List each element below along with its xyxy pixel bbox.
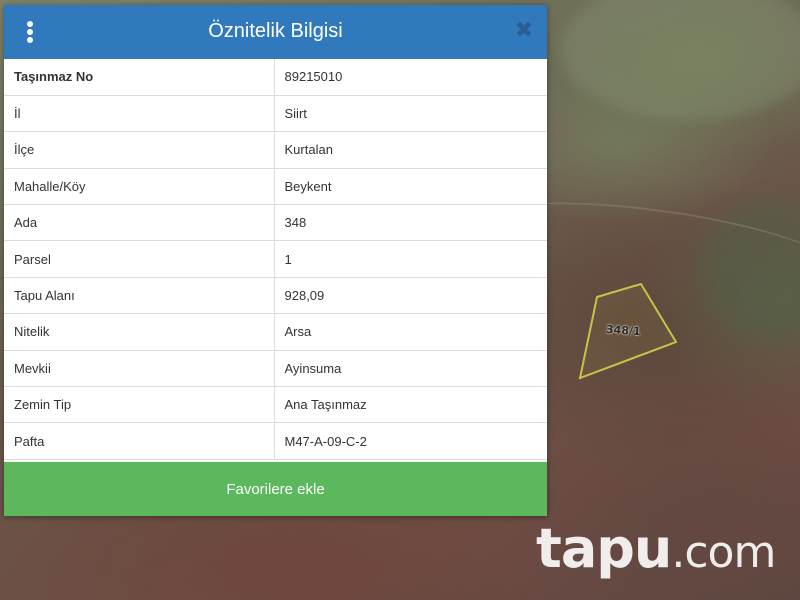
attribute-value: M47-A-09-C-2	[274, 422, 547, 460]
attribute-value: Beykent	[274, 168, 547, 206]
close-icon[interactable]: ✖	[515, 20, 533, 42]
table-row: Zemin Tip Ana Taşınmaz	[4, 386, 547, 424]
attribute-key: Tapu Alanı	[4, 277, 275, 315]
watermark-suffix: .com	[671, 527, 776, 578]
table-row: Mevkii Ayinsuma	[4, 350, 547, 388]
attribute-value: Siirt	[274, 95, 547, 133]
panel-header: Öznitelik Bilgisi ✖	[4, 5, 547, 59]
table-row: Taşınmaz No 89215010	[4, 59, 547, 96]
attribute-value: Arsa	[274, 313, 547, 351]
attribute-key: Parsel	[4, 240, 275, 278]
table-row: Ada 348	[4, 204, 547, 242]
table-row: Nitelik Arsa	[4, 313, 547, 351]
attribute-table: Taşınmaz No 89215010 İl Siirt İlçe Kurtalan Ma…	[4, 59, 547, 460]
attribute-key: Nitelik	[4, 313, 275, 351]
parcel-label: 348/1	[605, 322, 642, 339]
attribute-value: 1	[274, 240, 547, 278]
attribute-value: Ayinsuma	[274, 350, 547, 388]
attribute-key: İlçe	[4, 131, 275, 169]
attribute-key: İl	[4, 95, 275, 133]
attribute-value: Kurtalan	[274, 131, 547, 169]
table-row: Pafta M47-A-09-C-2	[4, 422, 547, 460]
attribute-value: 348	[274, 204, 547, 242]
attribute-value: 89215010	[274, 59, 547, 96]
attribute-value: 928,09	[274, 277, 547, 315]
table-row: Parsel 1	[4, 240, 547, 278]
attribute-key: Zemin Tip	[4, 386, 275, 424]
table-row: Tapu Alanı 928,09	[4, 277, 547, 315]
attribute-key: Ada	[4, 204, 275, 242]
attribute-key: Taşınmaz No	[4, 59, 275, 96]
add-to-favorites-button[interactable]: Favorilere ekle	[4, 462, 547, 516]
attribute-key: Mevkii	[4, 350, 275, 388]
tapu-watermark-logo: tapu.com	[536, 522, 776, 578]
attribute-key: Pafta	[4, 422, 275, 460]
attribute-info-panel: Öznitelik Bilgisi ✖ Taşınmaz No 89215010 İ…	[4, 5, 547, 516]
table-row: İlçe Kurtalan	[4, 131, 547, 169]
attribute-key: Mahalle/Köy	[4, 168, 275, 206]
attribute-value: Ana Taşınmaz	[274, 386, 547, 424]
table-row: Mahalle/Köy Beykent	[4, 168, 547, 206]
panel-title: Öznitelik Bilgisi	[208, 20, 343, 42]
table-row: İl Siirt	[4, 95, 547, 133]
watermark-brand: tapu	[536, 517, 672, 580]
